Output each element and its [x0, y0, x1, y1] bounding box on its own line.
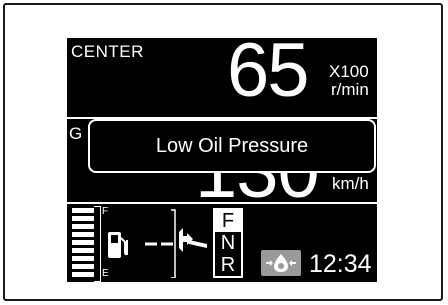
- travel-direction-icon: [145, 209, 207, 278]
- popup-message: Low Oil Pressure: [155, 134, 309, 157]
- mode-label: CENTER: [71, 42, 144, 61]
- gear-reverse: R: [220, 254, 236, 276]
- fuel-bar: [72, 240, 94, 245]
- oil-pressure-warning-icon: [261, 250, 301, 276]
- speed-unit: km/h: [332, 174, 369, 193]
- lower-divider: [67, 202, 377, 204]
- partial-label: G: [69, 124, 83, 143]
- fuel-scale-bracket: [94, 206, 101, 282]
- fuel-gauge: [72, 208, 96, 278]
- fuel-bar: [72, 248, 94, 253]
- gear-selector: F N R: [213, 208, 243, 278]
- low-oil-pressure-popup: Low Oil Pressure: [88, 119, 376, 173]
- fuel-pump-icon: [108, 232, 128, 258]
- fuel-bar: [72, 264, 94, 269]
- fuel-bar: [72, 272, 94, 277]
- instrument-screen: CENTER 65 X100 r/min G 130 km/h Low Oil …: [67, 38, 377, 282]
- fuel-bar: [72, 224, 94, 229]
- fuel-bar: [72, 256, 94, 261]
- fuel-bar: [72, 208, 94, 213]
- rpm-multiplier: X100: [329, 62, 369, 81]
- gear-neutral: N: [220, 232, 236, 254]
- rpm-value: 65: [227, 38, 310, 113]
- fuel-bar: [72, 232, 94, 237]
- clock: 12:34: [309, 250, 372, 278]
- gear-forward: F: [215, 210, 241, 232]
- fuel-empty-label: E: [102, 268, 109, 279]
- rpm-unit: r/min: [331, 80, 369, 99]
- fuel-full-label: F: [102, 206, 109, 217]
- fuel-bar: [72, 216, 94, 221]
